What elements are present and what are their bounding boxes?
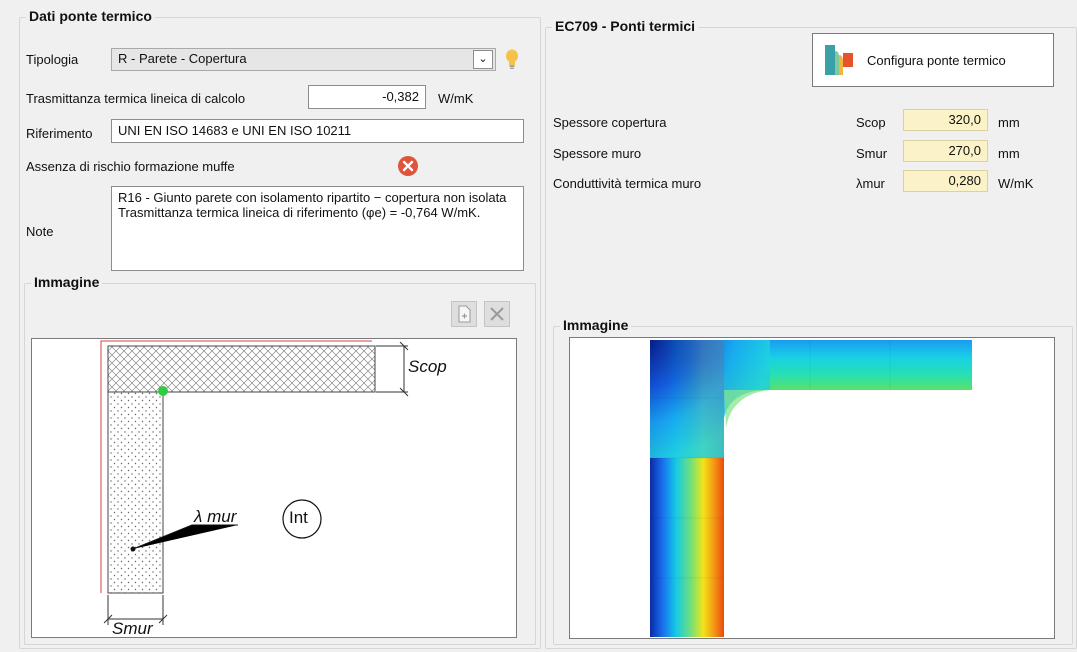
thermal-simulation-image <box>650 340 972 637</box>
junction-diagram <box>100 340 409 625</box>
configure-button-label: Configura ponte termico <box>867 52 1006 68</box>
scop-unit: mm <box>998 115 1020 130</box>
error-icon <box>398 156 418 176</box>
trasmittanza-label: Trasmittanza termica lineica di calcolo <box>26 91 246 106</box>
right-image-box <box>569 337 1055 639</box>
lightbulb-icon[interactable] <box>505 49 519 71</box>
smur-symbol: Smur <box>856 146 888 161</box>
tipologia-value: R - Parete - Copertura <box>118 51 247 66</box>
green-node <box>158 386 168 396</box>
smur-label: Smur <box>112 619 153 638</box>
wall <box>107 391 164 594</box>
riferimento-label: Riferimento <box>26 126 93 141</box>
trasmittanza-input[interactable]: -0,382 <box>308 85 426 109</box>
roof-slab <box>107 345 376 393</box>
delete-image-icon[interactable] <box>484 301 510 327</box>
lambda-mur-label: λ mur <box>194 507 237 526</box>
spessore-muro-label: Spessore muro <box>553 146 642 161</box>
smur-input[interactable]: 270,0 <box>903 140 988 162</box>
scop-input[interactable]: 320,0 <box>903 109 988 131</box>
left-panel-title: Dati ponte termico <box>26 8 155 24</box>
muffe-label: Assenza di rischio formazione muffe <box>26 159 235 174</box>
tipologia-select[interactable]: R - Parete - Copertura ⌄ <box>111 48 496 71</box>
right-panel-title: EC709 - Ponti termici <box>552 18 699 34</box>
chevron-down-icon[interactable]: ⌄ <box>473 50 493 69</box>
lambda-mur-unit: W/mK <box>998 176 1034 191</box>
tipologia-label: Tipologia <box>26 52 79 67</box>
conduttivita-label: Conduttività termica muro <box>553 176 702 191</box>
scop-label: Scop <box>408 357 447 376</box>
int-label: Int <box>289 508 308 527</box>
riferimento-input[interactable]: UNI EN ISO 14683 e UNI EN ISO 10211 <box>111 119 524 143</box>
lambda-mur-symbol: λmur <box>856 176 885 191</box>
left-image-box: Scop λ mur Int Smur <box>31 338 517 638</box>
spessore-copertura-label: Spessore copertura <box>553 115 667 130</box>
note-label: Note <box>26 224 54 239</box>
left-image-group-title: Immagine <box>31 274 103 290</box>
lambda-mur-input[interactable]: 0,280 <box>903 170 988 192</box>
trasmittanza-unit: W/mK <box>438 91 474 106</box>
load-image-icon[interactable] <box>451 301 477 327</box>
smur-unit: mm <box>998 146 1020 161</box>
thermal-bridge-icon <box>823 43 855 77</box>
configure-thermal-bridge-button[interactable]: Configura ponte termico <box>812 33 1054 87</box>
scop-symbol: Scop <box>856 115 886 130</box>
right-image-group-title: Immagine <box>560 317 632 333</box>
note-textarea[interactable]: R16 - Giunto parete con isolamento ripar… <box>111 186 524 271</box>
